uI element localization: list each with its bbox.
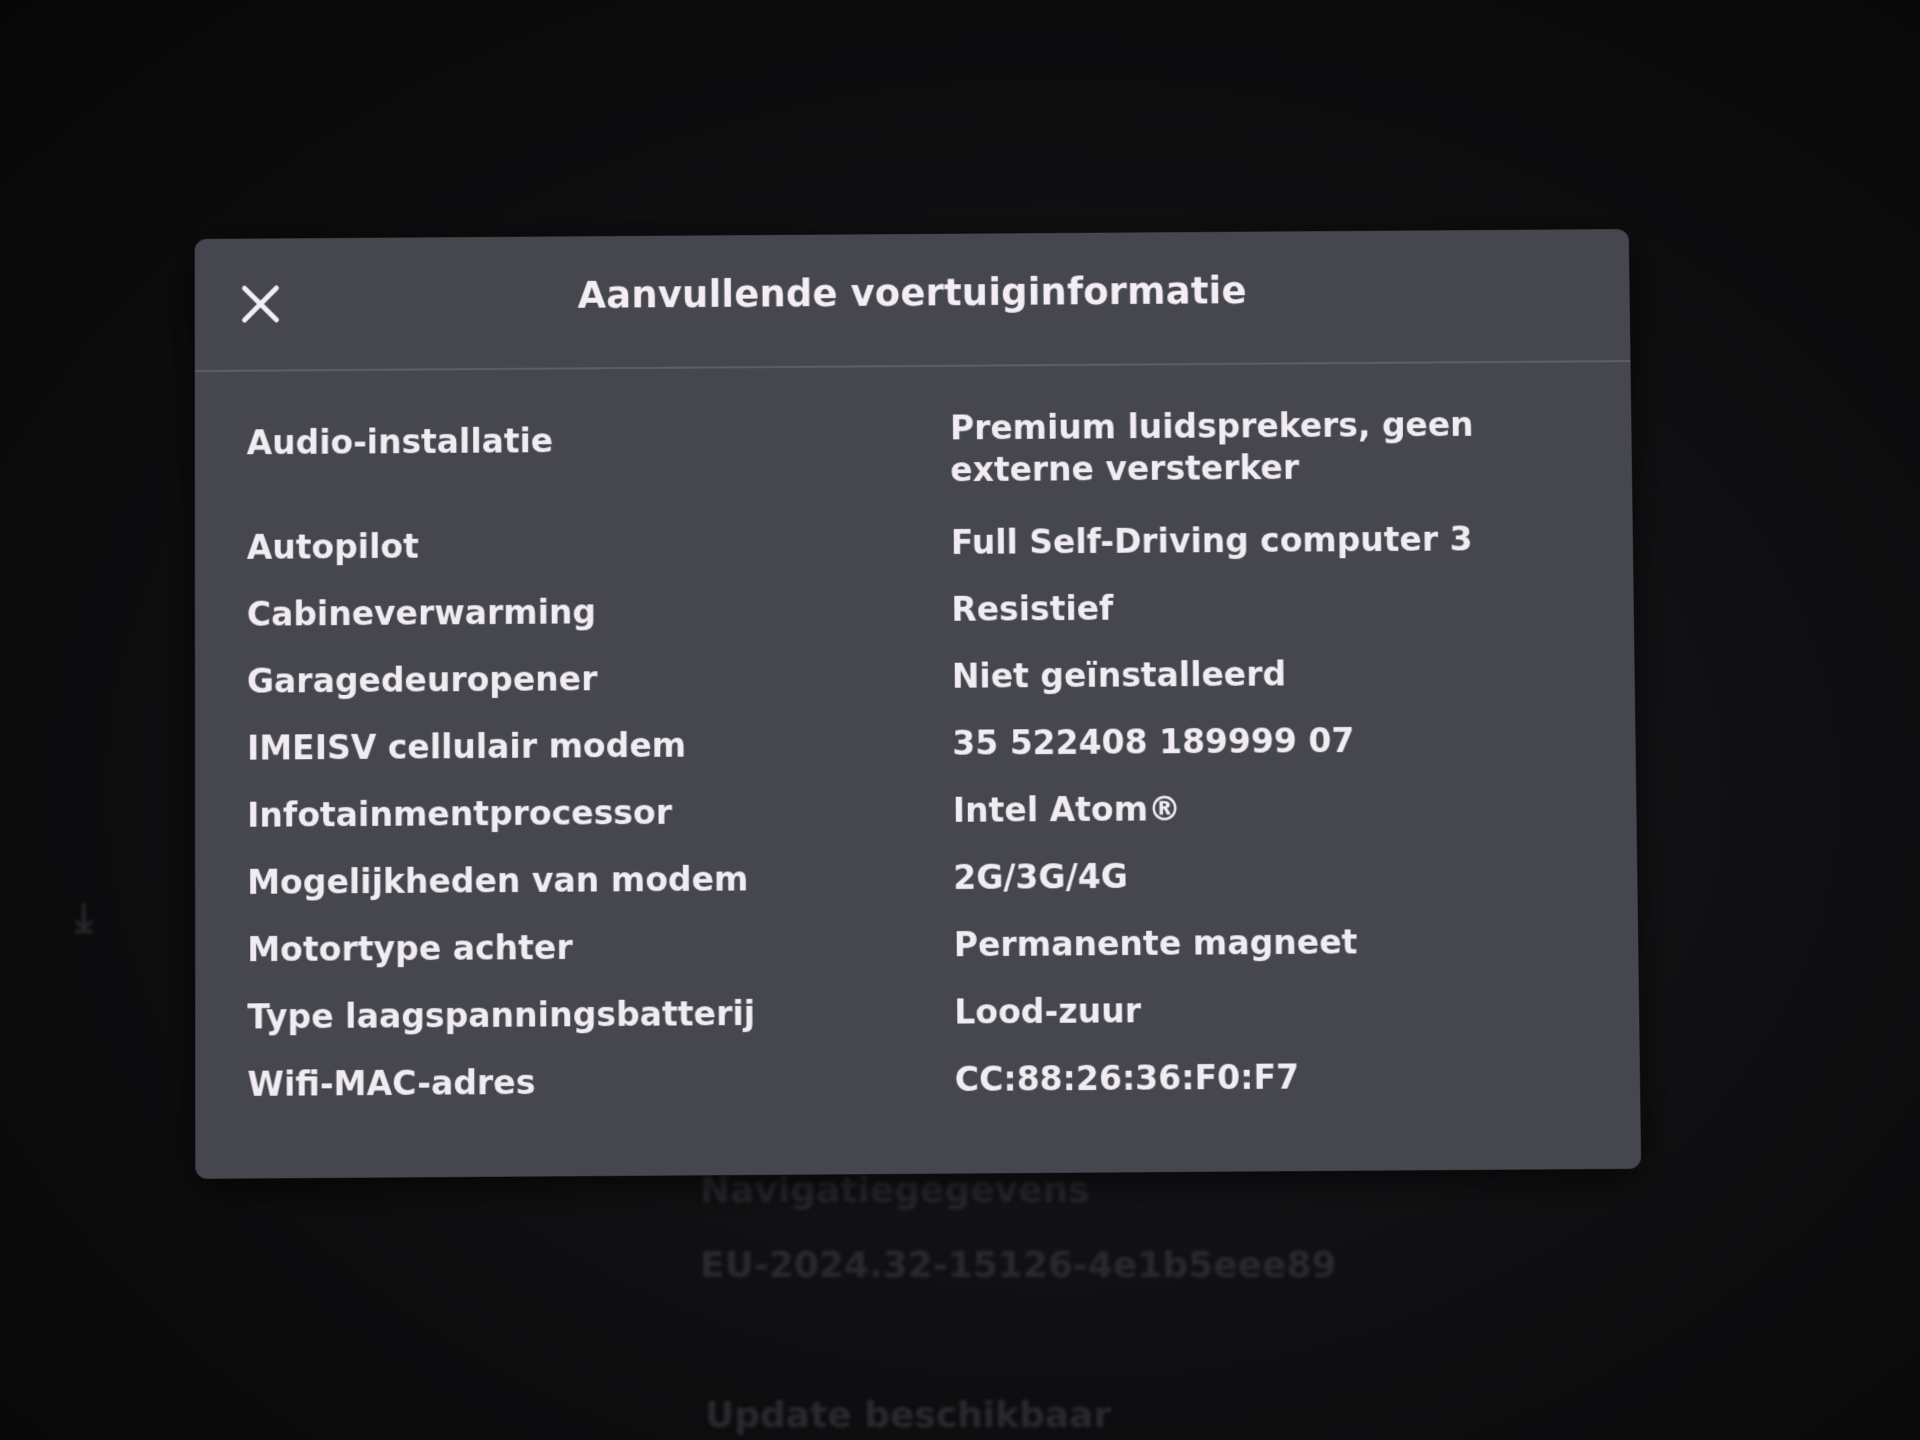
info-row-infotainment-processor: Infotainmentprocessor Intel Atom® <box>247 785 1585 861</box>
info-value: 2G/3G/4G <box>953 852 1585 899</box>
info-value: Full Self-Driving computer 3 <box>951 518 1582 564</box>
info-row-wifi-mac: Wifi-MAC-adres CC:88:26:36:F0:F7 <box>247 1054 1588 1131</box>
info-row-rear-motor: Motortype achter Permanente magneet <box>247 920 1586 997</box>
info-row-low-voltage-battery: Type laagspanningsbatterij Lood-zuur <box>247 987 1587 1064</box>
info-label: Autopilot <box>247 522 951 569</box>
background-update-text: Update beschikbaar <box>705 1395 1111 1436</box>
info-list: Audio-installatie Premium luidsprekers, … <box>247 403 1589 1131</box>
info-row-modem-capabilities: Mogelijkheden van modem 2G/3G/4G <box>247 852 1586 929</box>
info-value: Lood-zuur <box>954 987 1587 1034</box>
info-value: Resistief <box>951 584 1582 630</box>
screen: ⤓ Navigatiegegevens EU-2024.32-15126-4e1… <box>0 0 1920 1440</box>
info-label: Type laagspanningsbatterij <box>247 991 954 1038</box>
info-label: Cabineverwarming <box>247 589 952 636</box>
info-value: Premium luidsprekers, geen externe verst… <box>950 403 1580 491</box>
info-label: Mogelijkheden van modem <box>247 857 953 904</box>
info-value: Permanente magneet <box>954 920 1587 967</box>
modal-header: Aanvullende voertuiginformatie <box>195 229 1631 372</box>
info-row-autopilot: Autopilot Full Self-Driving computer 3 <box>247 518 1582 594</box>
info-label: Motortype achter <box>247 924 954 971</box>
info-label: Audio-installatie <box>247 408 951 465</box>
modal-title: Aanvullende voertuiginformatie <box>195 267 1630 320</box>
info-value: CC:88:26:36:F0:F7 <box>955 1054 1588 1101</box>
info-value: 35 522408 189999 07 <box>952 718 1584 764</box>
info-label: Garagedeuropener <box>247 656 952 703</box>
vehicle-info-modal: Aanvullende voertuiginformatie Audio-ins… <box>195 229 1642 1179</box>
info-label: Infotainmentprocessor <box>247 790 953 837</box>
download-icon: ⤓ <box>75 895 93 941</box>
info-label: Wifi-MAC-adres <box>247 1059 955 1106</box>
background-nav-value: EU-2024.32-15126-4e1b5eee89 <box>700 1245 1337 1286</box>
info-label: IMEISV cellulair modem <box>247 723 952 770</box>
info-row-imeisv: IMEISV cellulair modem 35 522408 189999 … <box>247 718 1584 794</box>
background-nav-label: Navigatiegegevens <box>700 1170 1090 1211</box>
info-row-cabin-heating: Cabineverwarming Resistief <box>247 584 1583 660</box>
info-value: Niet geïnstalleerd <box>952 651 1583 697</box>
info-value: Intel Atom® <box>953 785 1585 831</box>
info-row-audio: Audio-installatie Premium luidsprekers, … <box>247 403 1581 527</box>
info-row-garage-opener: Garagedeuropener Niet geïnstalleerd <box>247 651 1583 727</box>
